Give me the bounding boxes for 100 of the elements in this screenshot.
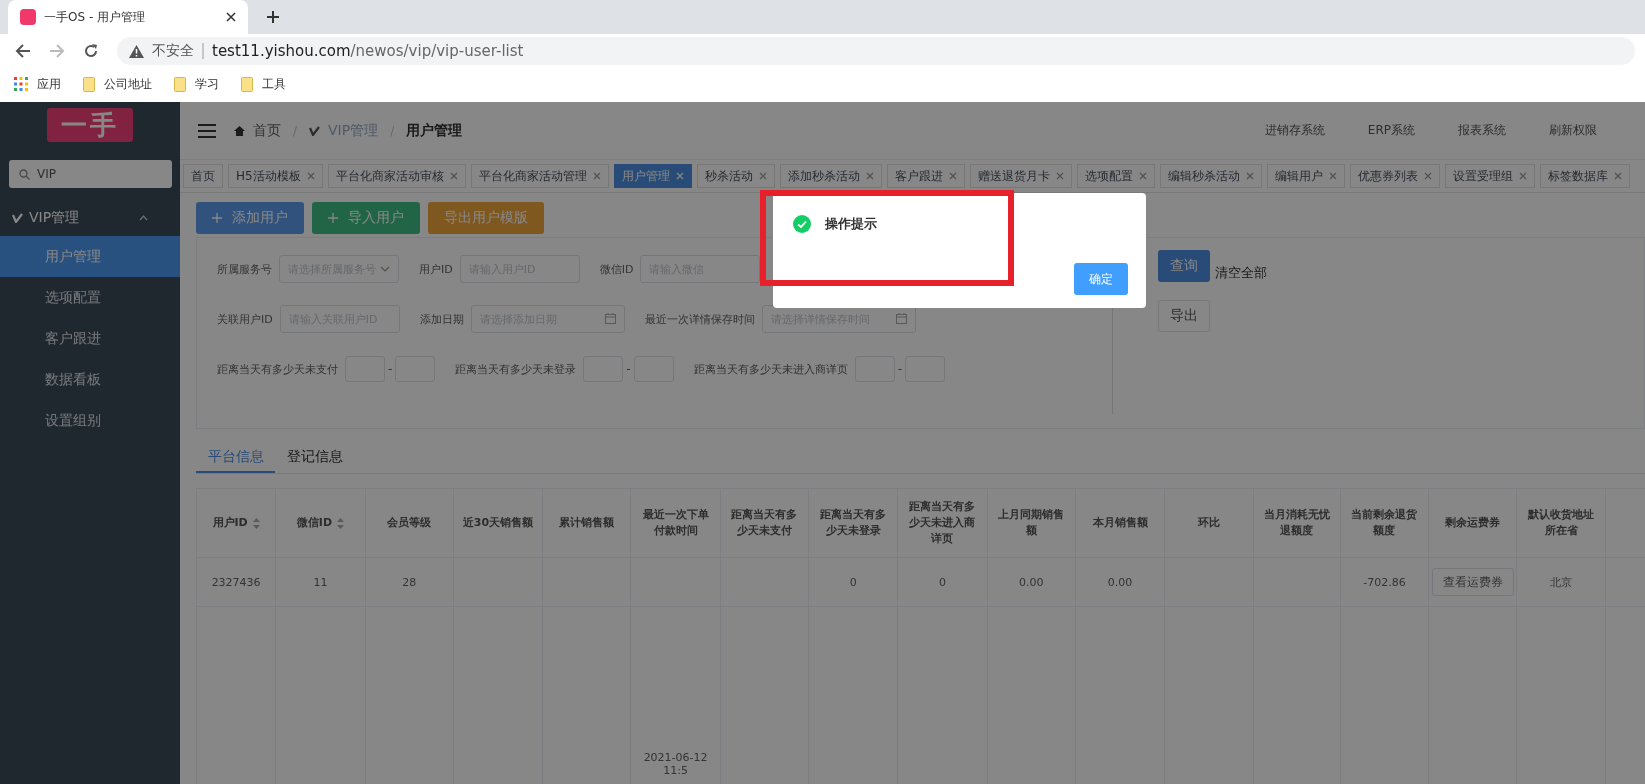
page-tag[interactable]: 优惠券列表: [1349, 164, 1440, 188]
address-bar[interactable]: 不安全 test11.yishou.com/newos/vip/vip-user-list: [117, 37, 1635, 65]
menu-group[interactable]: VIP管理: [0, 200, 180, 236]
column-header: 微信ID: [275, 488, 366, 558]
column-header: 环比: [1164, 488, 1254, 558]
page-tag[interactable]: 编辑用户: [1266, 164, 1345, 188]
filter-label: 所属服务号: [217, 261, 272, 277]
page-tag[interactable]: 首页: [183, 164, 223, 188]
bookmark[interactable]: 学习: [174, 75, 219, 93]
breadcrumb: 用户管理: [406, 121, 463, 140]
new-tab-icon[interactable]: [266, 10, 280, 24]
column-header: 距离当天有多少天未登录: [808, 488, 898, 558]
plus-icon: [328, 213, 338, 223]
confirm-button[interactable]: 确定: [1074, 263, 1128, 295]
column-header: 累计销售额: [542, 488, 631, 558]
page-tag[interactable]: 平台化商家活动审核: [327, 164, 466, 188]
page-tag[interactable]: 标签数据库: [1539, 164, 1630, 188]
v-logo-icon: [12, 213, 23, 223]
calendar-icon: [604, 313, 616, 324]
breadcrumb-separator: /: [293, 123, 298, 138]
page-tag[interactable]: 用户管理: [613, 164, 692, 188]
page-tag[interactable]: 赠送退货月卡: [969, 164, 1072, 188]
column-header: 用户ID: [196, 488, 276, 558]
column-header: 近30天销售额: [453, 488, 543, 558]
success-icon: [793, 215, 811, 233]
export-button[interactable]: 导出: [1158, 300, 1210, 332]
column-header: 剩余运费券: [1428, 488, 1517, 558]
menu-icon[interactable]: [198, 123, 216, 138]
query-button[interactable]: 查询: [1158, 250, 1210, 282]
sidebar-item[interactable]: 选项配置: [0, 277, 180, 318]
filter-label: 添加日期: [419, 311, 464, 327]
header-link[interactable]: 刷新权限: [1549, 122, 1597, 139]
warning-icon: [129, 44, 144, 58]
sidebar-item[interactable]: 数据看板: [0, 359, 180, 400]
divider-icon: [202, 43, 204, 59]
bookmark[interactable]: 应用: [14, 75, 61, 93]
page-tag[interactable]: 编辑秒杀活动: [1159, 164, 1262, 188]
browser-tab[interactable]: 一手OS - 用户管理: [8, 0, 248, 34]
column-header: 会员等级: [365, 488, 454, 558]
action-button[interactable]: 添加用户: [196, 202, 304, 234]
page-tag[interactable]: 添加秒杀活动: [779, 164, 882, 188]
breadcrumb[interactable]: 首页: [253, 121, 281, 140]
view-tab[interactable]: 登记信息: [275, 443, 354, 473]
sort-icon[interactable]: [337, 517, 345, 529]
table-cell: -702.86: [1363, 575, 1406, 589]
folder-icon: [83, 76, 95, 92]
header-link[interactable]: ERP系统: [1367, 122, 1415, 139]
filter-label: 距离当天有多少天未登录: [455, 361, 577, 377]
sidebar-item[interactable]: 设置组别: [0, 400, 180, 441]
apps-grid-icon: [14, 77, 28, 91]
view-tab[interactable]: 平台信息: [196, 443, 275, 473]
favicon-icon: [20, 9, 36, 25]
header-link[interactable]: 进销存系统: [1264, 122, 1325, 139]
page-tag[interactable]: 秒杀活动: [696, 164, 775, 188]
url-text: test11.yishou.com/newos/vip/vip-user-list: [212, 42, 524, 60]
column-header: 默认收货地址所在省: [1516, 488, 1606, 558]
table-cell: 2021-06-12 11:5: [643, 751, 708, 777]
sort-icon[interactable]: [252, 517, 260, 529]
page-tag[interactable]: H5活动模板: [228, 164, 323, 188]
column-header: 距离当天有多少天未进入商详页: [897, 488, 988, 558]
filter-label: 关联用户ID: [217, 311, 273, 327]
search-input[interactable]: VIP: [9, 160, 172, 188]
table-cell: 0.00: [1019, 575, 1044, 589]
bookmark[interactable]: 工具: [241, 75, 286, 93]
forward-icon[interactable]: [49, 43, 65, 59]
folder-icon: [241, 76, 253, 92]
range-separator: -: [388, 362, 393, 376]
table-cell: 11: [313, 575, 328, 589]
sidebar-item[interactable]: 用户管理: [0, 236, 180, 277]
calendar-icon: [895, 313, 907, 324]
logo: 一手: [47, 108, 133, 142]
column-header: 最近一次下单付款时间: [630, 488, 721, 558]
column-header: 上月同期销售额: [987, 488, 1076, 558]
filter-label: 距离当天有多少天未进入商详页: [693, 361, 848, 377]
chevron-icon: [139, 215, 148, 221]
tab-title: 一手OS - 用户管理: [44, 8, 147, 26]
back-icon[interactable]: [15, 43, 31, 59]
range-separator: -: [897, 362, 903, 376]
table-cell: 28: [402, 575, 417, 589]
folder-icon: [174, 76, 186, 92]
home-icon: [234, 125, 245, 136]
table-cell: 北京: [1550, 575, 1573, 589]
sidebar-item[interactable]: 客户跟进: [0, 318, 180, 359]
page-tag[interactable]: 平台化商家活动管理: [470, 164, 609, 188]
column-header: 当月消耗无忧退额度: [1253, 488, 1341, 558]
bookmark[interactable]: 公司地址: [83, 75, 152, 93]
page-tag[interactable]: 选项配置: [1076, 164, 1155, 188]
clear-all-link[interactable]: 清空全部: [1215, 264, 1267, 282]
table-cell: 2327436: [211, 575, 261, 589]
page-tag[interactable]: 客户跟进: [886, 164, 965, 188]
chevron-down-icon: [380, 266, 390, 272]
close-icon[interactable]: [226, 12, 236, 22]
table-cell: 0: [849, 575, 857, 589]
range-separator: -: [626, 362, 631, 376]
filter-label: 距离当天有多少天未支付: [217, 361, 338, 377]
view-coupons-button[interactable]: 查看运费券: [1431, 568, 1514, 596]
reload-icon[interactable]: [83, 43, 99, 59]
column-header: 当前剩余退货额度: [1340, 488, 1429, 558]
page-tag[interactable]: 设置受理组: [1444, 164, 1535, 188]
header-link[interactable]: 报表系统: [1458, 122, 1506, 139]
